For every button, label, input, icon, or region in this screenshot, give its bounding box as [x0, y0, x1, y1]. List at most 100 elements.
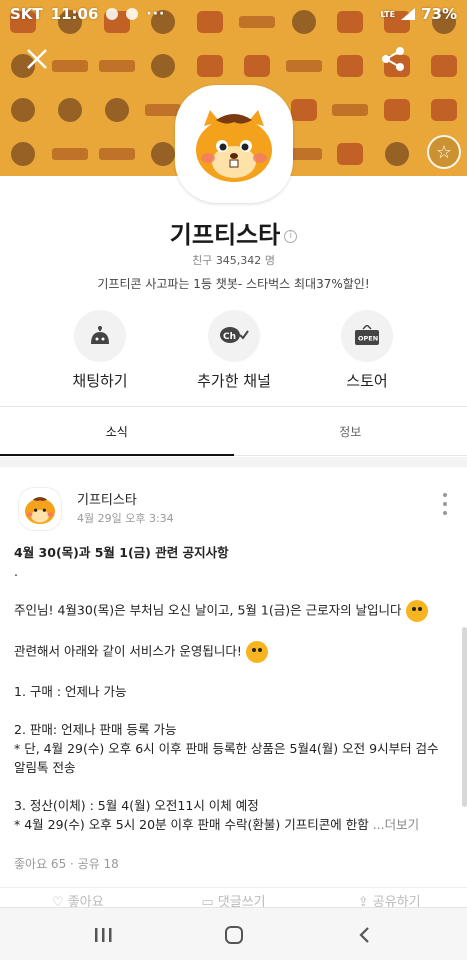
friends-count: 친구 345,342 명: [0, 252, 467, 268]
post-author-name[interactable]: 기프티스타: [77, 489, 137, 508]
notification-icon: [126, 8, 139, 20]
channel-title-row: 기프티스타 i: [0, 215, 467, 250]
signal-icon: [401, 8, 416, 20]
post-more-button[interactable]: [440, 493, 450, 515]
brand-logo: [384, 142, 409, 166]
svg-text:Ch: Ch: [223, 332, 236, 342]
share-post-button[interactable]: ⇪ 공유하기: [311, 888, 467, 909]
post-text-line: 3. 정산(이체) : 5월 4(월) 오전11시 이체 예정: [14, 798, 259, 813]
star-icon: ☆: [435, 141, 453, 163]
carrier-label: SKT: [10, 5, 43, 23]
brand-logo: [151, 54, 176, 78]
emoji-sticker-icon: [405, 600, 428, 622]
more-vertical-icon: [443, 502, 447, 506]
brand-logo: [430, 99, 457, 121]
store-button-label: 스토어: [346, 372, 388, 390]
post-text: 주인님! 4월30(목)은 부처님 오신 날이고, 5월 1(금)은 근로자의 …: [14, 602, 402, 618]
post-text-line: * 단, 4월 29(수) 오후 6시 이후 판매 등록한 상품은 5월4(월)…: [14, 741, 439, 756]
added-channel-label: 추가한 채널: [197, 372, 271, 390]
tab-info[interactable]: 정보: [234, 407, 467, 455]
tab-news[interactable]: 소식: [0, 407, 234, 456]
post-text-line: .: [14, 564, 18, 579]
share-button[interactable]: [378, 44, 408, 74]
friends-suffix: 명: [264, 254, 275, 267]
chat-bot-icon: [74, 310, 126, 362]
chat-button[interactable]: 채팅하기: [40, 310, 160, 391]
brand-logo: [98, 60, 135, 72]
post-text-line: 2. 판매: 언제나 판매 등록 가능: [14, 722, 177, 737]
brand-logo: [104, 98, 129, 122]
brand-logo: [290, 99, 317, 121]
channel-avatar[interactable]: [175, 85, 293, 203]
brand-logo: [151, 142, 176, 166]
post-stats: 좋아요 65 · 공유 18: [14, 857, 119, 871]
home-icon: [225, 926, 243, 944]
battery-level: 73%: [421, 5, 457, 23]
channel-description: 기프티콘 사고파는 1등 챗봇- 스타벅스 최대37%할인!: [97, 277, 370, 291]
home-button[interactable]: [221, 922, 247, 948]
channel-name: 기프티스타: [169, 221, 281, 249]
brand-logo: [197, 55, 224, 77]
brand-logo: [52, 148, 89, 160]
squirrel-mascot-icon: [24, 497, 56, 525]
post-text-line: * 4월 29(수) 오후 5시 20분 이후 판매 수락(환불) 기프티콘에 …: [14, 815, 459, 834]
brand-logo: [383, 99, 410, 121]
brand-logo: [11, 142, 36, 166]
post-text-line: 알림톡 전송: [14, 760, 76, 775]
back-icon: [359, 927, 369, 943]
brand-logo: [243, 55, 270, 77]
brand-logo: [332, 104, 369, 116]
chat-button-label: 채팅하기: [72, 372, 128, 390]
store-button[interactable]: OPEN 스토어: [307, 310, 427, 391]
recent-apps-icon: [95, 928, 112, 942]
read-more-link[interactable]: ...더보기: [369, 817, 419, 832]
more-vertical-icon: [443, 511, 447, 515]
squirrel-mascot-icon: [196, 110, 272, 182]
post-text-line: 주인님! 4월30(목)은 부처님 오신 날이고, 5월 1(금)은 근로자의 …: [14, 600, 459, 622]
comment-button[interactable]: ▭ 댓글쓰기: [156, 888, 312, 909]
post-text: * 4월 29(수) 오후 5시 20분 이후 판매 수락(환불) 기프티콘에 …: [14, 817, 369, 832]
news-post: 기프티스타 4월 29일 오후 3:34 4월 30(목)과 5월 1(금) 관…: [0, 467, 467, 909]
like-button[interactable]: ♡ 좋아요: [0, 888, 156, 909]
post-body[interactable]: 4월 30(목)과 5월 1(금) 관련 공지사항 . 주인님! 4월30(목)…: [14, 543, 459, 834]
friends-label: 친구: [192, 254, 213, 267]
favorite-button[interactable]: ☆: [427, 135, 461, 169]
post-text-line: 1. 구매 : 언제나 가능: [14, 684, 127, 699]
notification-icon: [106, 8, 119, 20]
post-author-avatar[interactable]: [18, 487, 62, 531]
post-text: 관련해서 아래와 같이 서비스가 운영됩니다!: [14, 643, 242, 659]
back-button[interactable]: [352, 922, 378, 948]
added-channel-button[interactable]: Ch 추가한 채널: [174, 310, 294, 391]
emoji-sticker-icon: [245, 641, 268, 663]
post-date: 4월 29일 오후 3:34: [77, 512, 174, 525]
more-vertical-icon: [443, 493, 447, 497]
brand-logo: [337, 55, 364, 77]
system-navigation-bar: [0, 907, 467, 960]
scrollbar[interactable]: [462, 627, 467, 807]
store-open-icon: OPEN: [341, 310, 393, 362]
brand-logo: [430, 55, 457, 77]
recent-apps-button[interactable]: [90, 922, 116, 948]
close-icon: [27, 49, 47, 69]
channel-added-icon: Ch: [208, 310, 260, 362]
status-bar: SKT 11:06 ··· LTE 73%: [0, 0, 467, 28]
brand-logo: [337, 143, 364, 165]
share-icon: [382, 47, 404, 71]
friends-number: 345,342: [215, 254, 262, 267]
channel-actions: 채팅하기 Ch 추가한 채널 OPEN 스토어: [0, 310, 467, 390]
brand-logo: [52, 60, 89, 72]
brand-logo: [285, 60, 322, 72]
network-type: LTE: [380, 9, 396, 19]
more-notifications-icon: ···: [146, 6, 166, 22]
brand-logo: [98, 148, 135, 160]
brand-logo: [58, 98, 83, 122]
clock: 11:06: [50, 5, 99, 23]
post-text-line: 관련해서 아래와 같이 서비스가 운영됩니다!: [14, 641, 459, 663]
channel-tabs: 소식 정보: [0, 406, 467, 456]
brand-logo: [11, 98, 36, 122]
svg-text:OPEN: OPEN: [358, 335, 378, 343]
close-button[interactable]: [22, 44, 52, 74]
post-action-bar: ♡ 좋아요 ▭ 댓글쓰기 ⇪ 공유하기: [0, 887, 467, 909]
section-divider: [0, 457, 467, 467]
info-icon[interactable]: i: [284, 229, 298, 243]
